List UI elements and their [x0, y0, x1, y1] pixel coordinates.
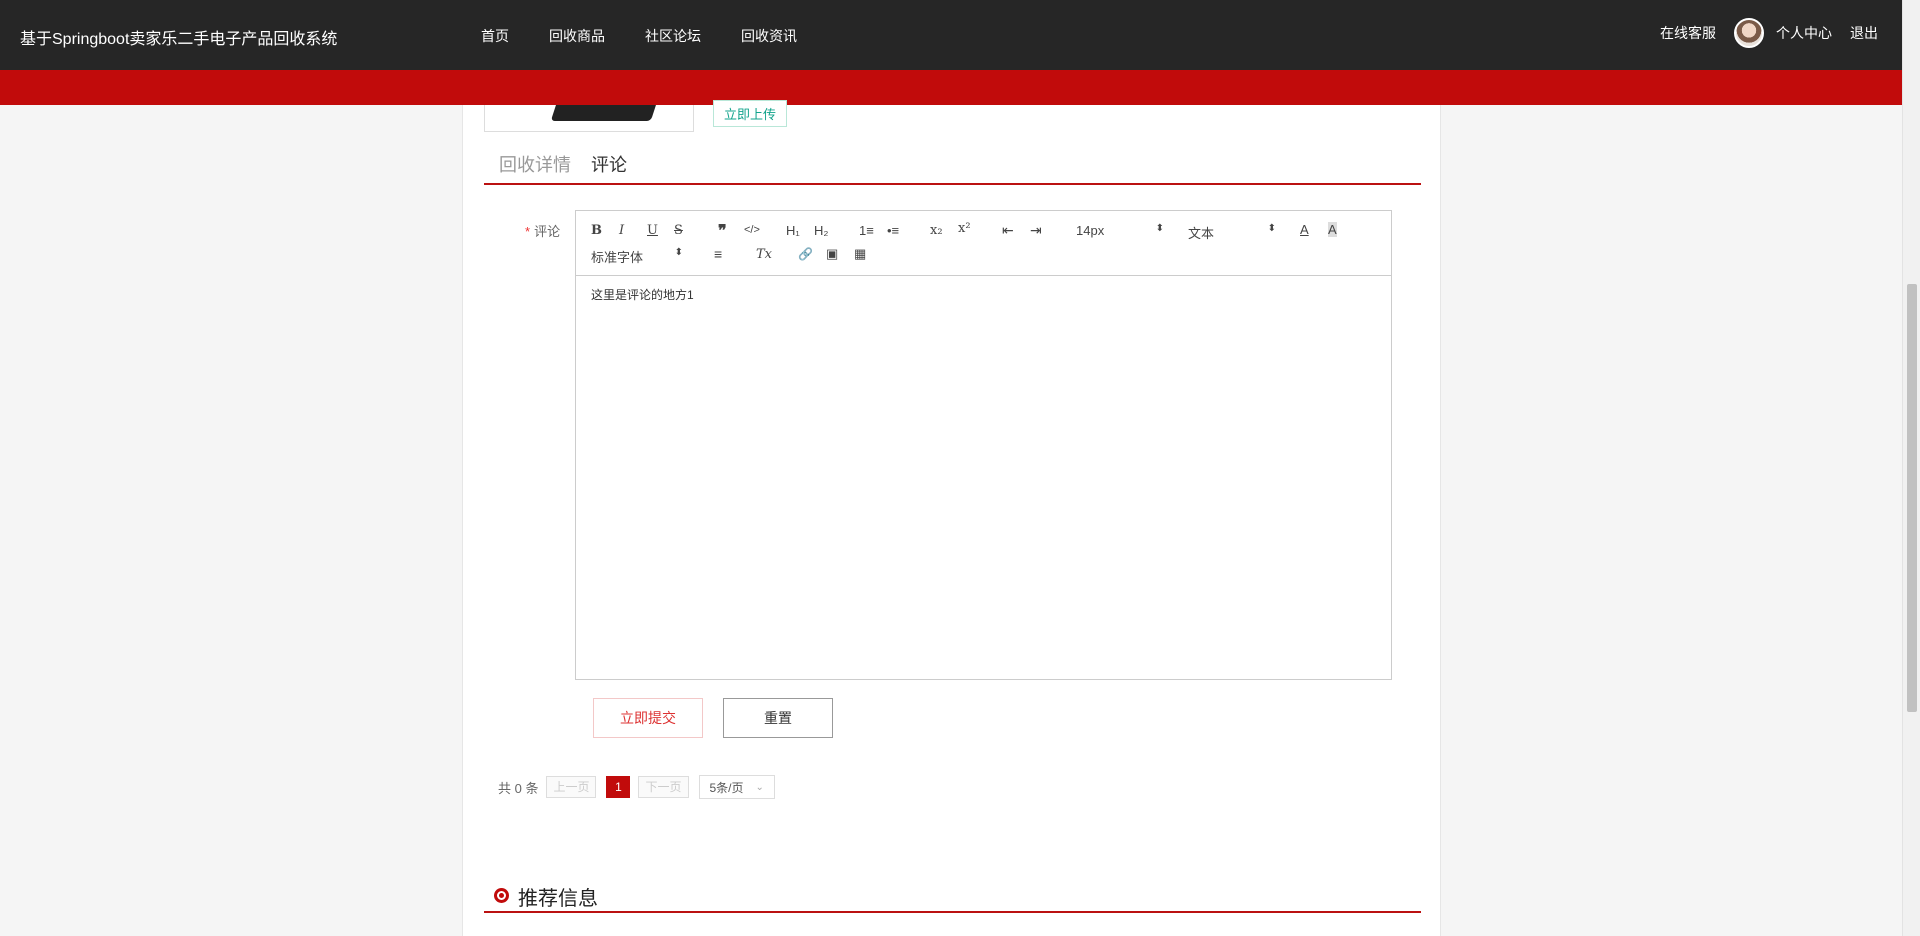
top-navbar: 基于Springboot卖家乐二手电子产品回收系统 首页 回收商品 社区论坛 回…: [0, 0, 1902, 70]
text-style-value: 文本: [1188, 226, 1215, 241]
nav-forum[interactable]: 社区论坛: [645, 26, 701, 46]
logout-link[interactable]: 退出: [1850, 23, 1878, 43]
strike-button[interactable]: S: [674, 223, 683, 238]
image-button[interactable]: ▣: [826, 246, 838, 262]
editor-toolbar: B I U S ❞ </> H₁ H₂ 1≡ •≡ x₂ x² ⇤ ⇥ 14px…: [576, 211, 1391, 276]
page-size-value: 5条/页: [709, 780, 744, 795]
detail-tabs: 回收详情 评论: [484, 145, 1421, 185]
italic-button[interactable]: I: [619, 223, 624, 238]
scrollbar-thumb[interactable]: [1907, 284, 1917, 712]
select-arrow-icon: ⬍: [1155, 223, 1164, 234]
font-size-select[interactable]: 14px ⬍: [1076, 223, 1164, 238]
red-banner: [0, 70, 1902, 105]
select-arrow-icon: ⬍: [1267, 223, 1276, 234]
submit-button[interactable]: 立即提交: [593, 698, 703, 738]
nav-news[interactable]: 回收资讯: [741, 26, 797, 46]
text-style-select[interactable]: 文本 ⬍: [1188, 223, 1276, 242]
reset-button[interactable]: 重置: [723, 698, 833, 738]
product-image: [484, 105, 694, 132]
page-size-select[interactable]: 5条/页 ⌄: [698, 775, 775, 799]
required-mark: *: [525, 224, 531, 239]
online-service-link[interactable]: 在线客服: [1660, 23, 1716, 43]
superscript-button[interactable]: x²: [958, 221, 971, 236]
profile-link[interactable]: 个人中心: [1776, 23, 1832, 43]
underline-button[interactable]: U: [647, 223, 658, 238]
indent-button[interactable]: ⇥: [1030, 222, 1042, 239]
ordered-list-button[interactable]: 1≡: [859, 223, 874, 238]
target-icon: [494, 888, 509, 903]
total-count: 共 0 条: [498, 780, 539, 796]
comment-label-text: 评论: [534, 224, 561, 239]
pagination: 共 0 条 上一页 1 下一页 5条/页 ⌄: [498, 775, 775, 799]
video-button[interactable]: ▦: [854, 246, 866, 262]
site-title[interactable]: 基于Springboot卖家乐二手电子产品回收系统: [20, 25, 337, 49]
rich-text-editor: B I U S ❞ </> H₁ H₂ 1≡ •≡ x₂ x² ⇤ ⇥ 14px…: [575, 210, 1392, 680]
avatar[interactable]: [1734, 18, 1764, 48]
upload-button[interactable]: 立即上传: [713, 100, 788, 127]
main-content: 立即上传 回收详情 评论 * 评论 B I U S ❞ </> H₁ H₂ 1≡ •…: [462, 100, 1441, 936]
phone-image: [550, 105, 660, 121]
bold-button[interactable]: B: [591, 223, 602, 238]
bullet-list-button[interactable]: •≡: [887, 223, 899, 238]
subscript-button[interactable]: x₂: [930, 223, 943, 238]
chevron-down-icon: ⌄: [755, 781, 764, 793]
background-color-button[interactable]: A: [1328, 222, 1337, 237]
select-arrow-icon: ⬍: [674, 247, 683, 258]
nav-home[interactable]: 首页: [481, 26, 509, 46]
page-scrollbar[interactable]: [1902, 0, 1920, 936]
font-family-select[interactable]: 标准字体 ⬍: [591, 247, 683, 266]
current-page[interactable]: 1: [606, 776, 631, 798]
outdent-button[interactable]: ⇤: [1002, 222, 1014, 239]
font-size-value: 14px: [1076, 223, 1105, 238]
nav-recycle-goods[interactable]: 回收商品: [549, 26, 605, 46]
user-area: 在线客服 个人中心 退出: [1642, 18, 1878, 48]
h1-button[interactable]: H₁: [786, 223, 800, 238]
font-color-button[interactable]: A: [1300, 222, 1309, 237]
quote-button[interactable]: ❞: [718, 221, 727, 240]
next-page-button[interactable]: 下一页: [638, 776, 689, 798]
align-button[interactable]: ≡: [714, 246, 722, 262]
recommend-section-header: 推荐信息: [484, 878, 1421, 913]
font-family-value: 标准字体: [591, 250, 644, 265]
code-button[interactable]: </>: [744, 224, 760, 236]
tab-recycle-detail[interactable]: 回收详情: [499, 151, 571, 177]
editor-content[interactable]: 这里是评论的地方1: [576, 276, 1391, 313]
recommend-title: 推荐信息: [518, 888, 598, 910]
comment-label: * 评论: [525, 221, 560, 240]
h2-button[interactable]: H₂: [814, 223, 828, 238]
clear-format-button[interactable]: Tx: [756, 247, 772, 262]
tab-comment[interactable]: 评论: [591, 151, 627, 177]
main-nav: 首页 回收商品 社区论坛 回收资讯: [481, 26, 837, 46]
prev-page-button[interactable]: 上一页: [546, 776, 597, 798]
link-button[interactable]: 🔗: [798, 247, 813, 261]
